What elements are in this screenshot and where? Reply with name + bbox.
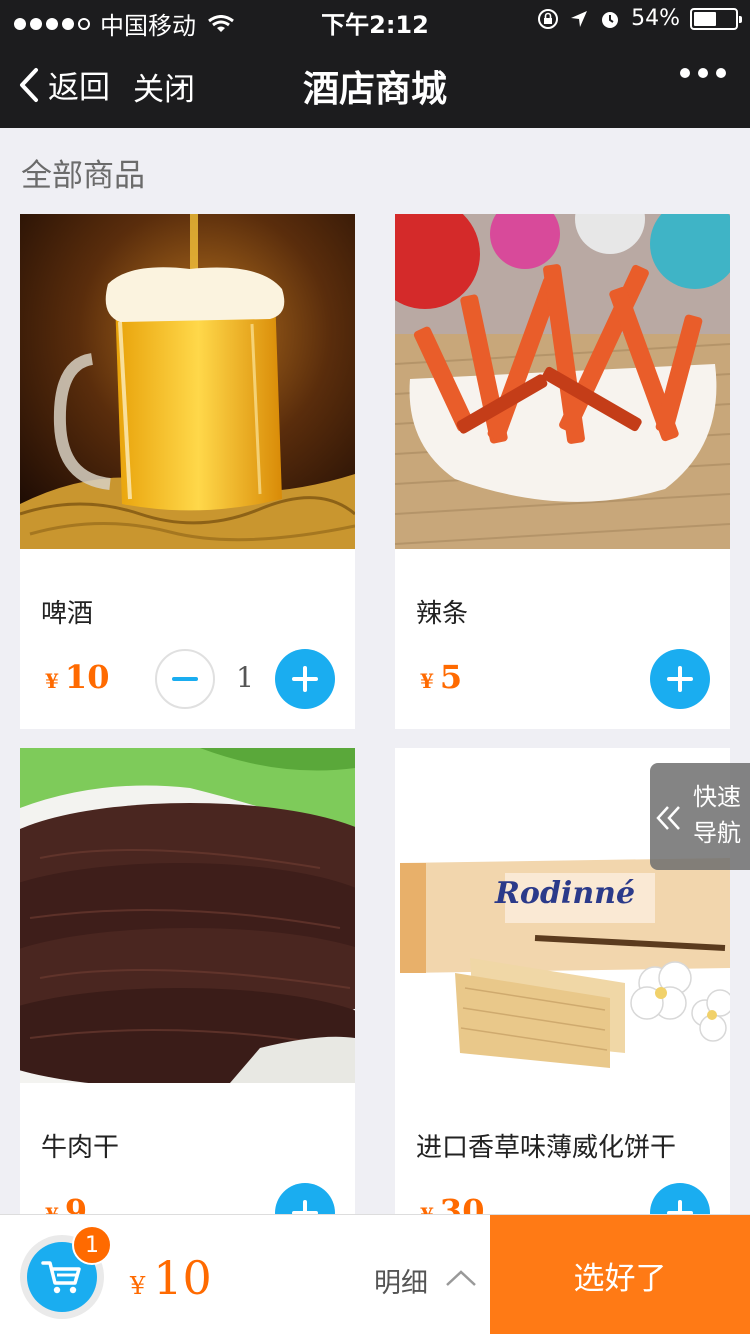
product-name: 啤酒	[41, 599, 94, 629]
cart-icon	[41, 1261, 81, 1294]
rotation-lock-icon	[538, 8, 559, 29]
product-name: 辣条	[416, 599, 469, 629]
chevron-left-icon	[20, 67, 38, 102]
close-button[interactable]: 关闭	[133, 64, 195, 109]
back-label: 返回	[48, 70, 110, 106]
wafer-brand-text: Rodinné	[494, 876, 635, 911]
cart-bar: 1 ¥ 10 明细 选好了	[0, 1214, 750, 1334]
section-title: 全部商品	[21, 158, 145, 194]
product-name: 牛肉干	[41, 1133, 120, 1163]
nav-bar: 返回 关闭 酒店商城	[0, 40, 750, 128]
quick-nav-label-1: 快速	[693, 783, 741, 811]
confirm-button[interactable]: 选好了	[490, 1215, 750, 1334]
top-bar: 中国移动 下午2:12 54% 返回 关闭 酒店商城	[0, 0, 750, 128]
product-price: ¥ 5	[420, 658, 463, 696]
battery-icon	[690, 7, 742, 30]
quantity-value: 1	[236, 661, 254, 694]
minus-icon	[172, 677, 198, 681]
page-title: 酒店商城	[302, 69, 447, 110]
location-icon	[571, 10, 588, 27]
beer-mug-image[interactable]	[20, 214, 355, 549]
chevron-up-icon	[446, 1269, 476, 1286]
product-name: 进口香草味薄威化饼干	[416, 1133, 677, 1163]
cart-count-badge: 1	[72, 1225, 112, 1265]
add-button[interactable]	[275, 649, 335, 709]
double-chevron-left-icon	[656, 806, 680, 830]
alarm-icon	[602, 11, 619, 28]
battery-percent: 54%	[631, 6, 680, 31]
quick-nav-label-2: 导航	[693, 819, 741, 847]
beef-jerky-image[interactable]	[20, 748, 355, 1083]
back-button[interactable]: 返回	[18, 62, 110, 107]
quick-nav-button[interactable]: 快速 导航	[650, 763, 750, 870]
decrease-button[interactable]	[155, 649, 215, 709]
cart-total: ¥ 10	[130, 1251, 212, 1305]
add-button[interactable]	[650, 649, 710, 709]
product-card[interactable]: 辣条 ¥ 5	[395, 214, 730, 729]
plus-icon	[292, 666, 318, 692]
status-bar: 中国移动 下午2:12 54%	[0, 0, 750, 40]
plus-icon	[667, 666, 693, 692]
product-price: ¥ 10	[45, 658, 110, 696]
detail-toggle[interactable]: 明细	[374, 1261, 478, 1300]
more-dots-icon[interactable]	[680, 68, 726, 78]
spicy-strips-image[interactable]	[395, 214, 730, 549]
product-card[interactable]: 牛肉干 ¥ 9	[20, 748, 355, 1263]
product-card[interactable]: 啤酒 ¥ 10 1	[20, 214, 355, 729]
detail-label: 明细	[374, 1268, 428, 1299]
